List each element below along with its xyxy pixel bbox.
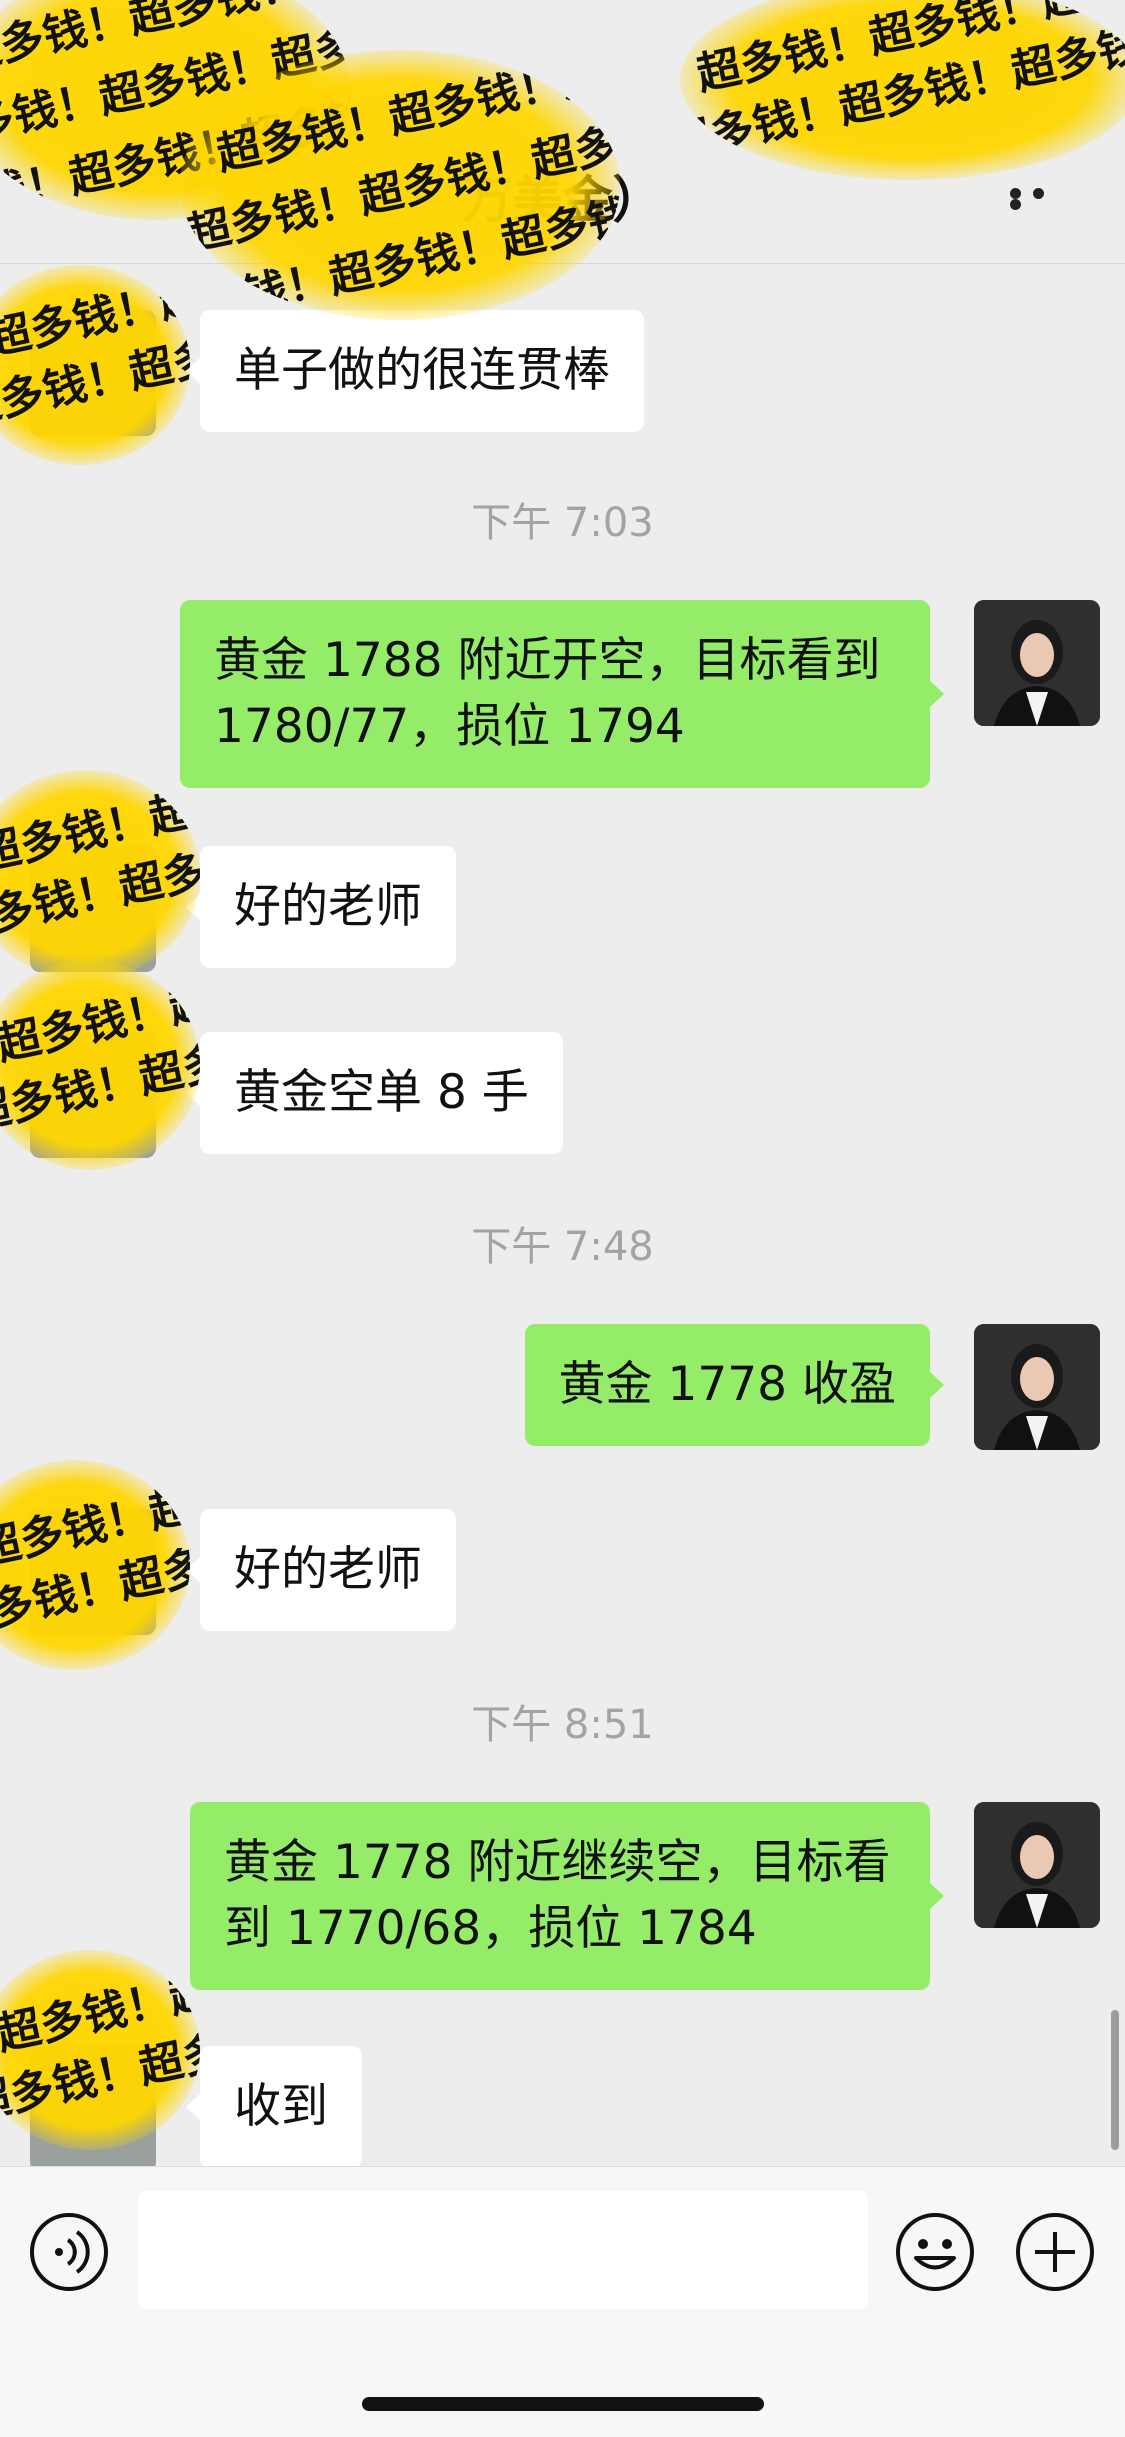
privacy-sticker: 超多钱！超多钱！超多钱！ 超多钱！超多钱！超多钱！ 超多钱！超多钱！超多钱！	[180, 50, 620, 320]
message-bubble-outgoing[interactable]: 黄金 1778 收盈	[524, 1324, 944, 1446]
message-list[interactable]: 单子做的很连贯棒 下午 7:03 黄金 1788 附近开空，目标看到 1780/…	[0, 264, 1125, 2166]
input-bar	[0, 2166, 1125, 2437]
timestamp: 下午 8:51	[471, 1702, 654, 1748]
plus-icon[interactable]	[1014, 2211, 1096, 2293]
my-avatar[interactable]	[974, 1324, 1100, 1450]
more-icon[interactable]	[1010, 188, 1070, 210]
timestamp: 下午 7:48	[471, 1224, 654, 1270]
my-avatar[interactable]	[974, 600, 1100, 726]
home-indicator[interactable]	[362, 2397, 764, 2411]
message-bubble-incoming[interactable]: 好的老师	[186, 846, 456, 968]
message-bubble-incoming[interactable]: 黄金空单 8 手	[186, 1032, 563, 1154]
emoji-icon[interactable]	[894, 2211, 976, 2293]
privacy-sticker: 超多钱！超多钱！超多钱！ 超多钱！超多钱！超多钱！	[680, 0, 1125, 180]
scrollbar[interactable]	[1111, 2010, 1119, 2150]
message-bubble-outgoing[interactable]: 黄金 1788 附近开空，目标看到 1780/77，损位 1794	[180, 600, 944, 788]
message-bubble-incoming[interactable]: 收到	[186, 2046, 362, 2166]
message-bubble-incoming[interactable]: 单子做的很连贯棒	[186, 310, 644, 432]
my-avatar[interactable]	[974, 1802, 1100, 1928]
voice-icon[interactable]	[28, 2211, 110, 2293]
message-bubble-incoming[interactable]: 好的老师	[186, 1509, 456, 1631]
timestamp: 下午 7:03	[471, 500, 654, 546]
message-bubble-outgoing[interactable]: 黄金 1778 附近继续空，目标看到 1770/68，损位 1784	[190, 1802, 944, 1990]
message-input[interactable]	[138, 2191, 868, 2309]
